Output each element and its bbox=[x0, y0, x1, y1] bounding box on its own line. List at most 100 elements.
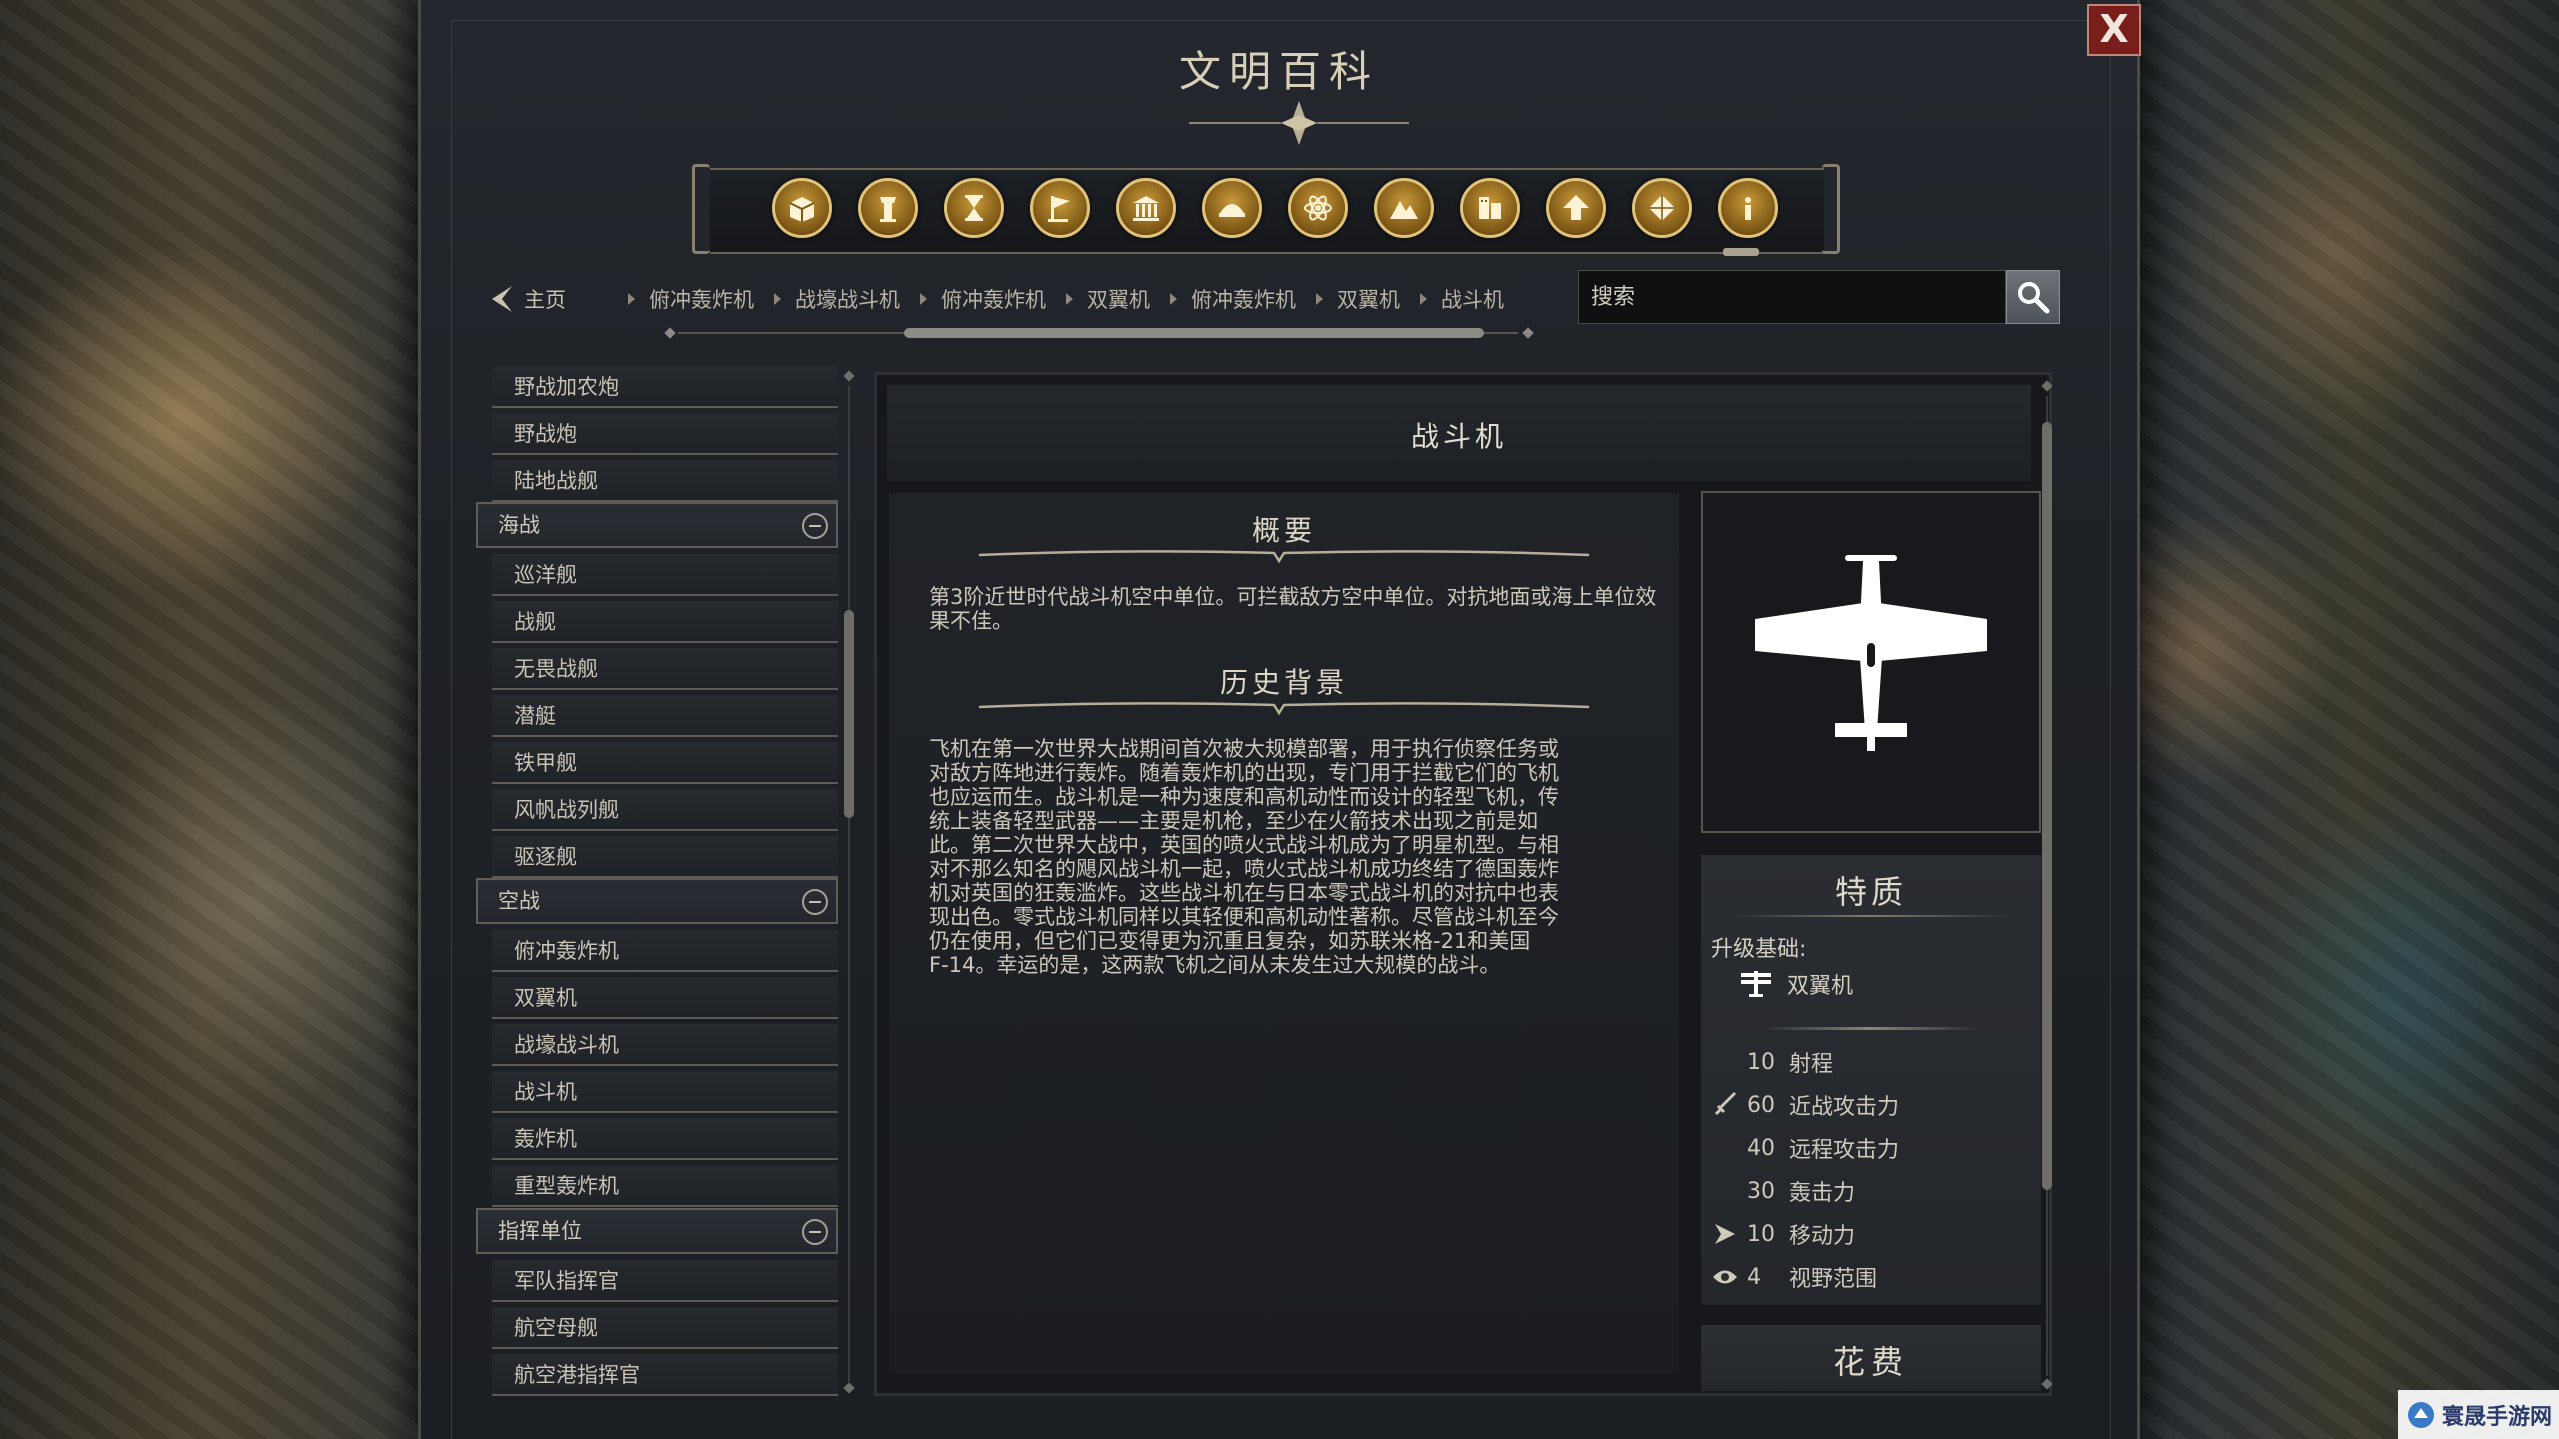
traits-panel: 特质 升级基础: 双翼机 10 射程 60 近战攻击力 40 远程攻击力 30 … bbox=[1701, 855, 2041, 1305]
sidebar-item-field-cannon[interactable]: 野战加农炮 bbox=[492, 366, 838, 408]
history-line: 也应运而生。战斗机是一种为速度和高机动性而设计的轻型飞机，传 bbox=[929, 785, 1559, 809]
chevron-right-icon bbox=[628, 293, 635, 305]
sidebar-item-label: 俯冲轰炸机 bbox=[514, 939, 619, 963]
collapse-icon[interactable] bbox=[802, 513, 828, 539]
sidebar-item-bomber[interactable]: 轰炸机 bbox=[492, 1118, 838, 1160]
stat-label: 射程 bbox=[1789, 1052, 1834, 1077]
history-line: 仍在使用，但它们已变得更为沉重且复杂，如苏联米格-21和美国 bbox=[929, 929, 1531, 953]
breadcrumb-item[interactable]: 双翼机 bbox=[1066, 284, 1170, 314]
atom-icon[interactable] bbox=[1288, 178, 1348, 238]
sidebar-item-submarine[interactable]: 潜艇 bbox=[492, 695, 838, 737]
upgrade-from-link[interactable]: 双翼机 bbox=[1739, 967, 1853, 1001]
sidebar-item-battleship[interactable]: 战舰 bbox=[492, 601, 838, 643]
stat-value: 60 bbox=[1747, 1092, 1775, 1118]
breadcrumb-item[interactable]: 俯冲轰炸机 bbox=[1170, 284, 1316, 314]
crate-icon[interactable] bbox=[772, 178, 832, 238]
sidebar-item-label: 巡洋舰 bbox=[514, 563, 577, 587]
info-icon[interactable] bbox=[1718, 178, 1778, 238]
stat-value: 4 bbox=[1747, 1264, 1761, 1290]
sidebar-item-landship[interactable]: 陆地战舰 bbox=[492, 460, 838, 502]
sidebar-item-cruiser[interactable]: 巡洋舰 bbox=[492, 554, 838, 596]
sidebar-item-label: 航空港指挥官 bbox=[514, 1363, 640, 1387]
search-button[interactable] bbox=[2006, 270, 2060, 324]
temple-icon[interactable] bbox=[1116, 178, 1176, 238]
sidebar: 野战加农炮 野战炮 陆地战舰 海战 巡洋舰 战舰 无畏战舰 潜艇 铁甲舰 风帆战… bbox=[476, 366, 842, 1439]
history-line: 飞机在第一次世界大战期间首次被大规模部署，用于执行侦察任务或 bbox=[929, 737, 1559, 761]
breadcrumb-label: 双翼机 bbox=[1087, 288, 1150, 312]
sidebar-item-dive-bomber[interactable]: 俯冲轰炸机 bbox=[492, 930, 838, 972]
sidebar-item-biplane[interactable]: 双翼机 bbox=[492, 977, 838, 1019]
article-title: 战斗机 bbox=[1410, 420, 1507, 453]
collapse-icon[interactable] bbox=[802, 1219, 828, 1245]
sidebar-item-field-gun[interactable]: 野战炮 bbox=[492, 413, 838, 455]
chevron-right-icon bbox=[774, 293, 781, 305]
sidebar-item-aerodrome-commander[interactable]: 航空港指挥官 bbox=[492, 1354, 838, 1396]
up-arrow-icon[interactable] bbox=[1546, 178, 1606, 238]
sidebar-category-naval[interactable]: 海战 bbox=[476, 502, 838, 548]
close-button[interactable]: X bbox=[2087, 4, 2141, 56]
history-line: 对不那么知名的飓风战斗机一起，喷火式战斗机成功终结了德国轰炸 bbox=[929, 857, 1559, 881]
breadcrumb-item[interactable]: 双翼机 bbox=[1316, 284, 1420, 314]
sidebar-item-trench-fighter[interactable]: 战壕战斗机 bbox=[492, 1024, 838, 1066]
sidebar-category-command[interactable]: 指挥单位 bbox=[476, 1208, 838, 1254]
scroll-right-icon[interactable] bbox=[1522, 327, 1534, 339]
breadcrumb: 俯冲轰炸机 战壕战斗机 俯冲轰炸机 双翼机 俯冲轰炸机 双翼机 战斗机 bbox=[628, 282, 1524, 316]
scroll-up-icon[interactable] bbox=[843, 370, 855, 382]
breadcrumb-scrollbar[interactable] bbox=[658, 327, 1538, 339]
watermark-text: 寰晟手游网 bbox=[2442, 1404, 2553, 1430]
history-line: 对敌方阵地进行轰炸。随着轰炸机的出现，专门用于拦截它们的飞机 bbox=[929, 761, 1559, 785]
sidebar-item-dreadnought[interactable]: 无畏战舰 bbox=[492, 648, 838, 690]
breadcrumb-item[interactable]: 战斗机 bbox=[1420, 284, 1524, 314]
cost-panel: 花费 bbox=[1701, 1325, 2041, 1391]
stat-value: 40 bbox=[1747, 1135, 1775, 1161]
breadcrumb-item[interactable]: 俯冲轰炸机 bbox=[628, 284, 774, 314]
diamond-icon[interactable] bbox=[1632, 178, 1692, 238]
search-box bbox=[1578, 270, 2060, 324]
stat-value: 30 bbox=[1747, 1178, 1775, 1204]
soldier-icon[interactable] bbox=[1460, 178, 1520, 238]
article-scroll-thumb[interactable] bbox=[2042, 422, 2052, 1190]
flag-icon[interactable] bbox=[1030, 178, 1090, 238]
divider bbox=[1731, 915, 2011, 917]
map-background-left bbox=[0, 0, 420, 1439]
dome-icon[interactable] bbox=[1202, 178, 1262, 238]
scroll-left-icon[interactable] bbox=[664, 327, 676, 339]
sidebar-category-air[interactable]: 空战 bbox=[476, 878, 838, 924]
sidebar-item-army-commander[interactable]: 军队指挥官 bbox=[492, 1260, 838, 1302]
sidebar-item-ironclad[interactable]: 铁甲舰 bbox=[492, 742, 838, 784]
overview-text: 第3阶近世时代战斗机空中单位。可拦截敌方空中单位。对抗地面或海上单位效果不佳。 bbox=[929, 585, 1657, 633]
sidebar-item-ship-of-the-line[interactable]: 风帆战列舰 bbox=[492, 789, 838, 831]
blank-icon bbox=[1711, 1178, 1739, 1204]
sidebar-scrollbar[interactable] bbox=[842, 370, 856, 1397]
tower-icon[interactable] bbox=[858, 178, 918, 238]
search-input[interactable] bbox=[1578, 270, 2006, 324]
sidebar-category-label: 海战 bbox=[498, 513, 540, 537]
category-bar bbox=[692, 164, 1842, 258]
sidebar-scroll-thumb[interactable] bbox=[844, 610, 854, 818]
history-line: 此。第二次世界大战中，英国的喷火式战斗机成为了明星机型。与相 bbox=[929, 833, 1559, 857]
category-selected-marker bbox=[1723, 248, 1759, 256]
stat-label: 远程攻击力 bbox=[1789, 1138, 1900, 1163]
scroll-down-icon[interactable] bbox=[2041, 1378, 2053, 1390]
scroll-up-icon[interactable] bbox=[2041, 380, 2053, 392]
sidebar-item-aircraft-carrier[interactable]: 航空母舰 bbox=[492, 1307, 838, 1349]
breadcrumb-label: 俯冲轰炸机 bbox=[1191, 288, 1296, 312]
scroll-down-icon[interactable] bbox=[843, 1382, 855, 1394]
sidebar-item-heavy-bomber[interactable]: 重型轰炸机 bbox=[492, 1165, 838, 1207]
heading-ornament-icon bbox=[979, 702, 1589, 716]
sidebar-item-label: 轰炸机 bbox=[514, 1127, 577, 1151]
article-scrollbar[interactable] bbox=[2040, 380, 2054, 1392]
sidebar-item-fighter[interactable]: 战斗机 bbox=[492, 1071, 838, 1113]
stat-label: 近战攻击力 bbox=[1789, 1095, 1900, 1120]
breadcrumb-scroll-thumb[interactable] bbox=[904, 328, 1484, 338]
mountain-icon[interactable] bbox=[1374, 178, 1434, 238]
hourglass-icon[interactable] bbox=[944, 178, 1004, 238]
breadcrumb-item[interactable]: 战壕战斗机 bbox=[774, 284, 920, 314]
sidebar-item-label: 军队指挥官 bbox=[514, 1269, 619, 1293]
chevron-right-icon bbox=[1170, 293, 1177, 305]
title-ornament-icon bbox=[1189, 101, 1409, 145]
home-link[interactable]: 主页 bbox=[488, 282, 566, 316]
breadcrumb-item[interactable]: 俯冲轰炸机 bbox=[920, 284, 1066, 314]
sidebar-item-destroyer[interactable]: 驱逐舰 bbox=[492, 836, 838, 878]
collapse-icon[interactable] bbox=[802, 889, 828, 915]
